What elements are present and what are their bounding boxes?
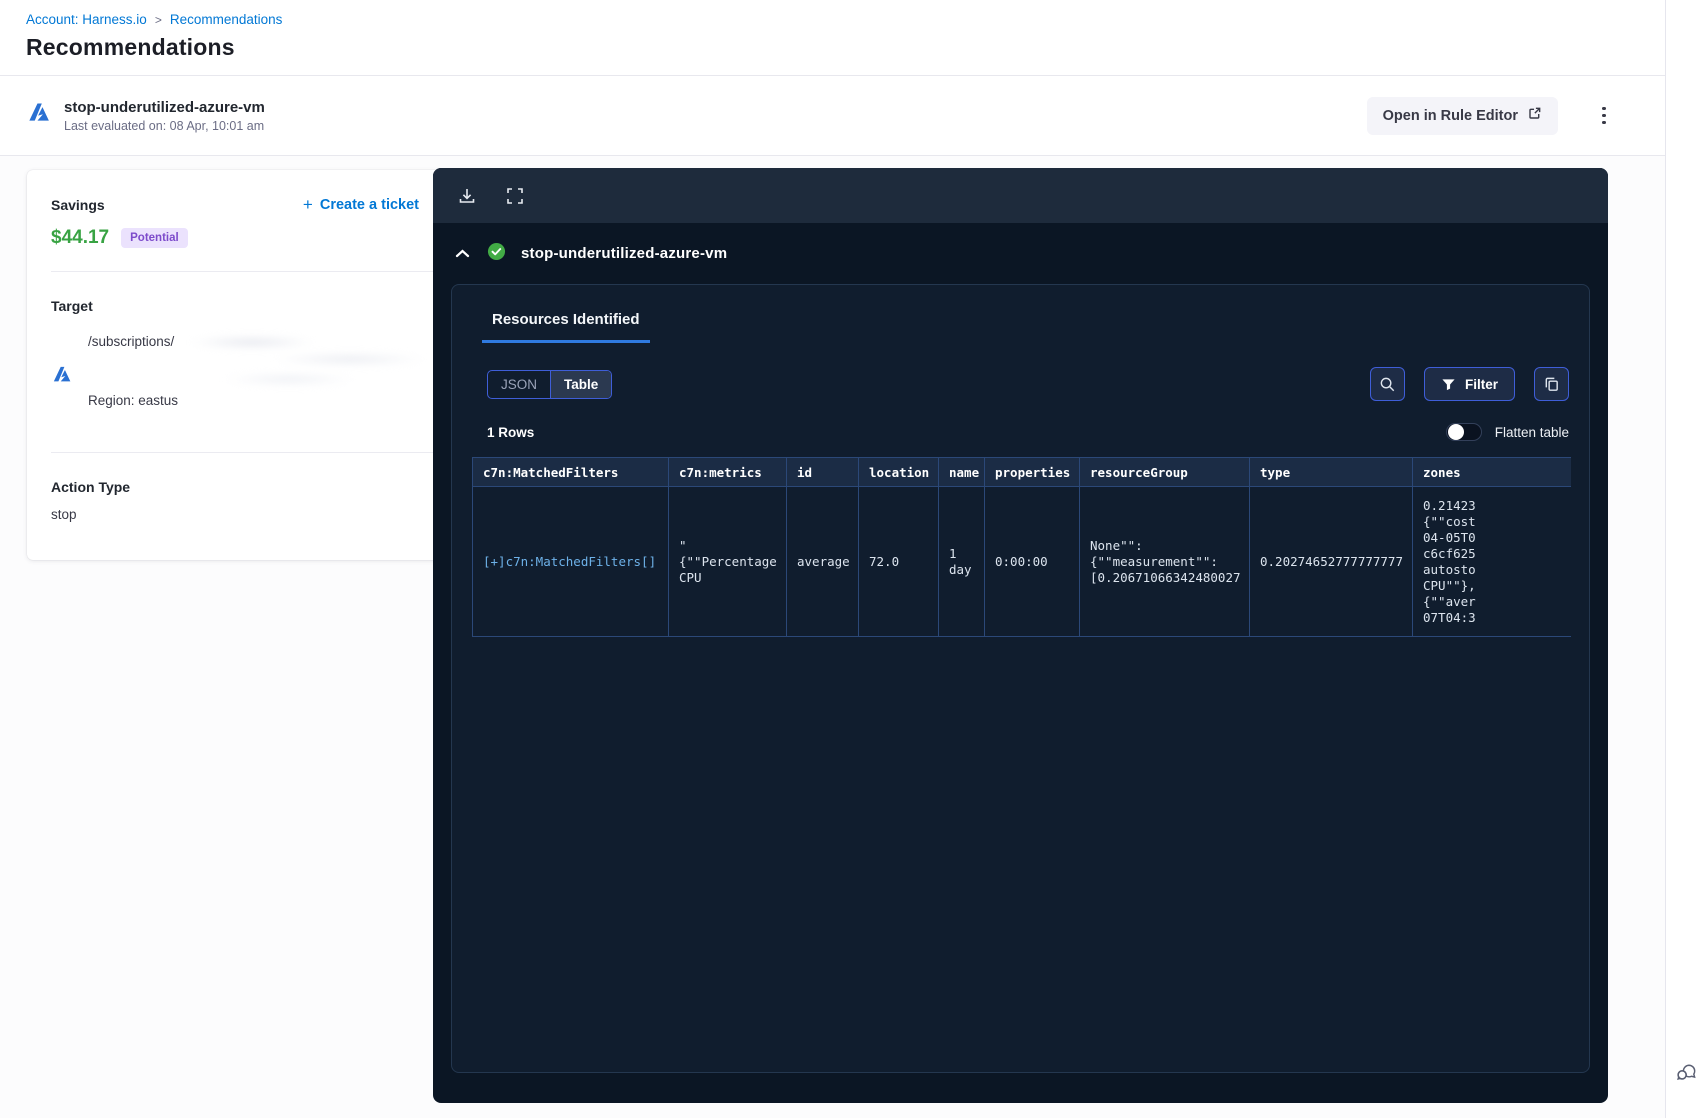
rows-count: 1 Rows bbox=[487, 424, 535, 440]
breadcrumb-account-link[interactable]: Account: Harness.io bbox=[26, 12, 147, 27]
view-controls-row: JSON Table Filter bbox=[487, 367, 1569, 401]
recommendation-identity: stop-underutilized-azure-vm Last evaluat… bbox=[26, 99, 265, 133]
download-icon bbox=[459, 188, 475, 203]
filter-label: Filter bbox=[1464, 376, 1498, 392]
flatten-table-toggle[interactable] bbox=[1445, 423, 1482, 441]
table-cell: 1 day bbox=[938, 486, 985, 637]
savings-value: $44.17 bbox=[51, 227, 110, 248]
create-ticket-label: Create a ticket bbox=[319, 196, 419, 213]
table-cell: 0.20274652777777777 bbox=[1249, 486, 1413, 637]
flatten-table-label: Flatten table bbox=[1494, 424, 1569, 440]
table-row: [+]c7n:MatchedFilters[] " {""Percentage C… bbox=[472, 486, 1571, 637]
potential-badge: Potential bbox=[121, 228, 188, 248]
column-header: name bbox=[938, 457, 985, 487]
chevron-up-icon bbox=[455, 249, 470, 258]
breadcrumb-recommendations-link[interactable]: Recommendations bbox=[170, 12, 283, 27]
azure-logo-icon-small bbox=[51, 364, 73, 391]
table-cell: 72.0 bbox=[858, 486, 939, 637]
panel-section-title: stop-underutilized-azure-vm bbox=[521, 245, 728, 262]
search-button[interactable] bbox=[1369, 367, 1405, 401]
filter-funnel-icon bbox=[1442, 378, 1455, 390]
fullscreen-button[interactable] bbox=[505, 186, 525, 206]
content-area: Savings + Create a ticket $44.17 Potenti… bbox=[0, 156, 1665, 1118]
column-header: zones bbox=[1412, 457, 1571, 487]
search-icon bbox=[1380, 377, 1395, 391]
recommendation-titles: stop-underutilized-azure-vm Last evaluat… bbox=[64, 99, 265, 133]
open-in-rule-editor-label: Open in Rule Editor bbox=[1382, 107, 1518, 124]
column-header: location bbox=[858, 457, 939, 487]
panel-toolbar bbox=[433, 168, 1608, 223]
savings-section: Savings + Create a ticket $44.17 Potenti… bbox=[27, 170, 443, 271]
copy-button[interactable] bbox=[1534, 367, 1569, 401]
evaluation-results-panel: stop-underutilized-azure-vm Resources Id… bbox=[433, 168, 1608, 1103]
collapse-section-button[interactable] bbox=[453, 246, 472, 261]
column-header: properties bbox=[984, 457, 1080, 487]
right-rail bbox=[1665, 0, 1706, 1118]
last-evaluated-text: Last evaluated on: 08 Apr, 10:01 am bbox=[64, 118, 265, 133]
column-header: resourceGroup bbox=[1079, 457, 1250, 487]
resources-card: Resources Identified JSON Table Filter 1… bbox=[451, 284, 1590, 1073]
fullscreen-icon bbox=[507, 187, 523, 204]
breadcrumb-separator: > bbox=[154, 12, 162, 27]
recommendations-page: Account: Harness.io > Recommendations Re… bbox=[0, 0, 1706, 1118]
table-body: [+]c7n:MatchedFilters[] " {""Percentage C… bbox=[472, 486, 1571, 637]
more-options-button[interactable] bbox=[1592, 102, 1616, 130]
column-header: id bbox=[786, 457, 859, 487]
page-title: Recommendations bbox=[26, 34, 235, 60]
json-view-button[interactable]: JSON bbox=[488, 371, 550, 398]
recommendation-header: stop-underutilized-azure-vm Last evaluat… bbox=[0, 76, 1706, 156]
json-table-toggle: JSON Table bbox=[487, 369, 613, 399]
copy-icon bbox=[1545, 377, 1558, 391]
azure-logo-icon bbox=[26, 100, 52, 131]
plus-icon: + bbox=[302, 195, 313, 214]
toggle-knob bbox=[1447, 424, 1464, 440]
column-header: c7n:MatchedFilters bbox=[472, 457, 669, 487]
column-header: c7n:metrics bbox=[668, 457, 787, 487]
target-label: Target bbox=[51, 298, 93, 314]
tabs-row: Resources Identified bbox=[452, 285, 1589, 343]
resources-table: c7n:MatchedFilters c7n:metrics id location n… bbox=[472, 457, 1571, 637]
target-body: /subscriptions/ Region: eastus bbox=[51, 326, 435, 430]
table-cell: None"": {""measurement"": [0.20671066342… bbox=[1079, 486, 1250, 637]
target-section: Target /subscriptions/ Region: eastus bbox=[27, 272, 443, 452]
table-cell: average bbox=[786, 486, 859, 637]
target-path: /subscriptions/ bbox=[88, 334, 175, 349]
savings-label: Savings bbox=[51, 196, 105, 213]
top-header: Account: Harness.io > Recommendations Re… bbox=[0, 0, 1706, 76]
column-header: type bbox=[1249, 457, 1413, 487]
panel-section-header: stop-underutilized-azure-vm bbox=[433, 223, 1608, 284]
download-button[interactable] bbox=[457, 186, 477, 206]
external-link-icon bbox=[1527, 106, 1542, 125]
recommendation-name: stop-underutilized-azure-vm bbox=[64, 98, 265, 116]
action-type-section: Action Type stop bbox=[27, 453, 443, 544]
table-view-button[interactable]: Table bbox=[550, 370, 612, 398]
breadcrumb: Account: Harness.io > Recommendations bbox=[26, 12, 1706, 27]
help-chat-button[interactable] bbox=[1673, 1058, 1700, 1088]
success-check-icon bbox=[487, 242, 506, 266]
rows-summary-row: 1 Rows Flatten table bbox=[487, 423, 1569, 441]
chat-bubbles-icon bbox=[1677, 1064, 1696, 1081]
table-cell: 0:00:00 bbox=[984, 486, 1080, 637]
action-type-label: Action Type bbox=[51, 479, 131, 495]
matched-filters-expand-cell[interactable]: [+]c7n:MatchedFilters[] bbox=[472, 486, 669, 637]
create-ticket-link[interactable]: + Create a ticket bbox=[303, 196, 419, 213]
action-type-value: stop bbox=[51, 507, 77, 522]
tab-resources-identified[interactable]: Resources Identified bbox=[482, 311, 650, 343]
resources-table-wrap: c7n:MatchedFilters c7n:metrics id location n… bbox=[472, 457, 1571, 637]
table-cell: 0.21423 {""cost 04-05T0 c6cf625 autosto … bbox=[1412, 486, 1571, 637]
filter-button[interactable]: Filter bbox=[1423, 367, 1515, 401]
table-header-row: c7n:MatchedFilters c7n:metrics id location n… bbox=[472, 457, 1571, 487]
table-cell: " {""Percentage CPU bbox=[668, 486, 787, 637]
recommendation-details-card: Savings + Create a ticket $44.17 Potenti… bbox=[27, 170, 443, 560]
open-in-rule-editor-button[interactable]: Open in Rule Editor bbox=[1366, 96, 1558, 135]
